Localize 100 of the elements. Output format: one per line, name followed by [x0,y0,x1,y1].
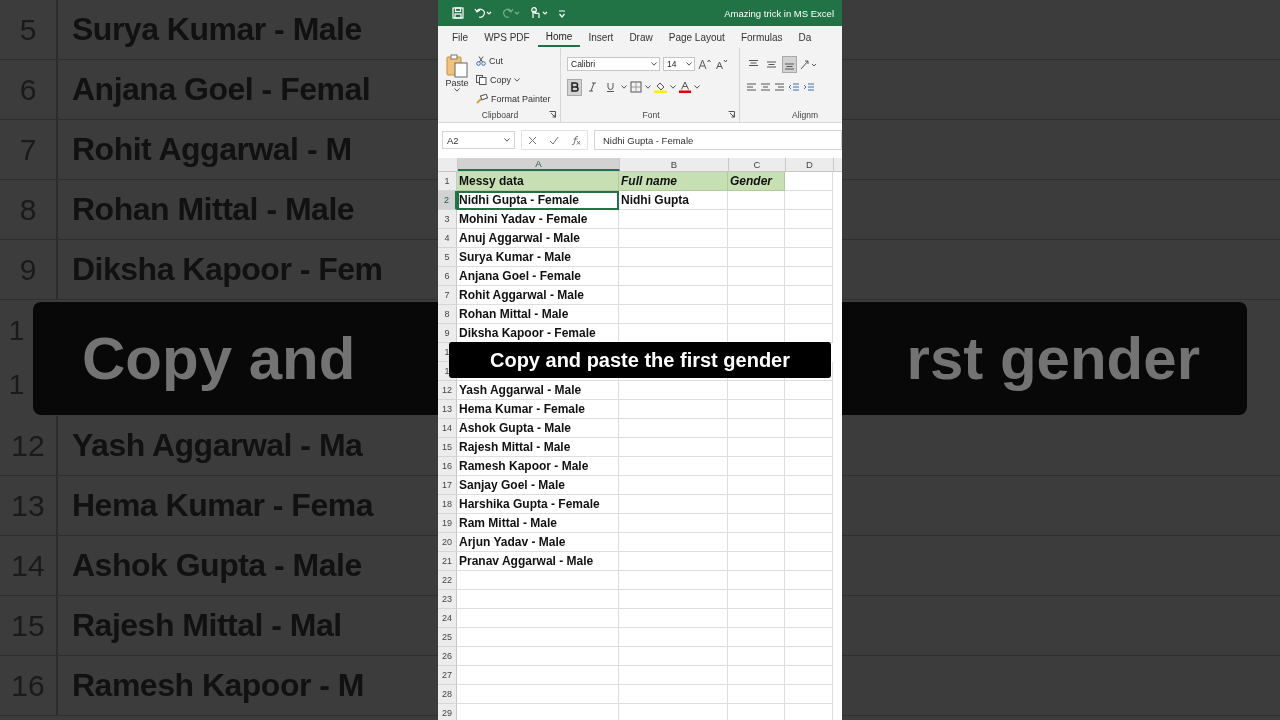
empty-cell[interactable] [619,438,728,457]
table-cell[interactable]: Surya Kumar - Male [457,248,619,267]
empty-cell[interactable] [619,210,728,229]
table-cell[interactable]: Ramesh Kapoor - Male [457,457,619,476]
empty-cell[interactable] [619,533,728,552]
empty-cell[interactable] [728,305,785,324]
empty-cell[interactable] [728,229,785,248]
bold-button[interactable] [567,78,582,96]
empty-cell[interactable] [785,628,833,647]
empty-cell[interactable] [728,381,785,400]
empty-cell[interactable] [785,552,833,571]
format-painter-button[interactable]: Format Painter [474,90,553,107]
table-cell[interactable]: Full name [619,172,728,191]
column-header[interactable]: C [729,158,786,171]
undo-icon[interactable] [474,7,492,19]
empty-cell[interactable] [728,210,785,229]
row-header[interactable]: 21 [438,552,457,571]
grow-font-icon[interactable] [698,58,712,70]
table-cell[interactable]: Gender [728,172,785,191]
row-header[interactable]: 4 [438,229,457,248]
paste-button[interactable]: Paste [444,52,470,108]
ribbon-tab[interactable]: Insert [580,27,622,47]
row-header[interactable]: 12 [438,381,457,400]
font-name-field[interactable]: Calibri [567,57,660,71]
empty-cell[interactable] [785,533,833,552]
empty-cell[interactable] [728,267,785,286]
empty-cell[interactable] [785,609,833,628]
empty-cell[interactable] [728,248,785,267]
row-header[interactable]: 28 [438,685,457,704]
row-header[interactable]: 24 [438,609,457,628]
row-header[interactable]: 14 [438,419,457,438]
empty-cell[interactable] [785,305,833,324]
empty-cell[interactable] [619,514,728,533]
empty-cell[interactable] [785,248,833,267]
empty-cell[interactable] [728,685,785,704]
empty-cell[interactable] [728,647,785,666]
empty-cell[interactable] [785,267,833,286]
empty-cell[interactable] [728,533,785,552]
empty-cell[interactable] [785,571,833,590]
row-header[interactable]: 3 [438,210,457,229]
empty-cell[interactable] [728,457,785,476]
check-icon[interactable] [549,135,559,145]
empty-cell[interactable] [785,210,833,229]
empty-cell[interactable] [785,457,833,476]
text-orientation-icon[interactable] [800,58,818,70]
empty-cell[interactable] [785,191,833,210]
align-lines-icon[interactable] [760,82,771,92]
cancel-icon[interactable] [528,135,537,145]
table-cell[interactable]: Messy data [457,172,619,191]
empty-cell[interactable] [619,248,728,267]
empty-cell[interactable] [619,286,728,305]
row-header[interactable]: 18 [438,495,457,514]
ribbon-tab[interactable]: Page Layout [660,27,733,47]
table-cell[interactable]: Rohan Mittal - Male [457,305,619,324]
empty-cell[interactable] [619,609,728,628]
row-header[interactable]: 26 [438,647,457,666]
empty-cell[interactable] [619,457,728,476]
row-header[interactable]: 29 [438,704,457,720]
touch-mode-icon[interactable] [530,7,548,19]
row-header[interactable]: 7 [438,286,457,305]
column-header[interactable]: D [786,158,834,171]
ribbon-tab[interactable]: File [444,27,477,47]
empty-cell[interactable] [728,514,785,533]
vertical-align-button[interactable] [782,55,797,73]
ribbon-tab[interactable]: Da [790,27,820,47]
table-cell[interactable]: Rohit Aggarwal - Male [457,286,619,305]
empty-cell[interactable] [619,381,728,400]
empty-cell[interactable] [785,647,833,666]
cut-button[interactable]: Cut [474,52,553,69]
font-color-icon[interactable] [679,81,691,93]
table-cell[interactable]: Pranav Aggarwal - Male [457,552,619,571]
empty-cell[interactable] [619,666,728,685]
empty-cell[interactable] [728,552,785,571]
row-header[interactable]: 23 [438,590,457,609]
row-header[interactable]: 19 [438,514,457,533]
empty-cell[interactable] [728,438,785,457]
empty-cell[interactable] [728,476,785,495]
table-cell[interactable]: Mohini Yadav - Female [457,210,619,229]
row-header[interactable]: 16 [438,457,457,476]
formula-input[interactable]: Nidhi Gupta - Female [594,130,842,150]
empty-cell[interactable] [785,438,833,457]
empty-cell[interactable] [785,685,833,704]
table-cell[interactable]: Ram Mittal - Male [457,514,619,533]
font-size-field[interactable]: 14 [663,57,695,71]
table-cell[interactable]: Harshika Gupta - Female [457,495,619,514]
dialog-launcher-icon[interactable] [728,111,735,118]
table-cell[interactable]: Nidhi Gupta - Female [457,191,619,210]
empty-cell[interactable] [619,495,728,514]
empty-cell[interactable] [619,419,728,438]
column-header[interactable]: B [620,158,729,171]
empty-cell[interactable] [785,666,833,685]
table-cell[interactable]: Hema Kumar - Female [457,400,619,419]
empty-cell[interactable] [619,476,728,495]
row-header[interactable]: 5 [438,248,457,267]
empty-cell[interactable] [619,305,728,324]
align-lines-icon[interactable] [746,82,757,92]
empty-cell[interactable] [619,647,728,666]
customize-icon[interactable] [558,7,566,19]
empty-cell[interactable] [728,400,785,419]
empty-cell[interactable] [619,571,728,590]
